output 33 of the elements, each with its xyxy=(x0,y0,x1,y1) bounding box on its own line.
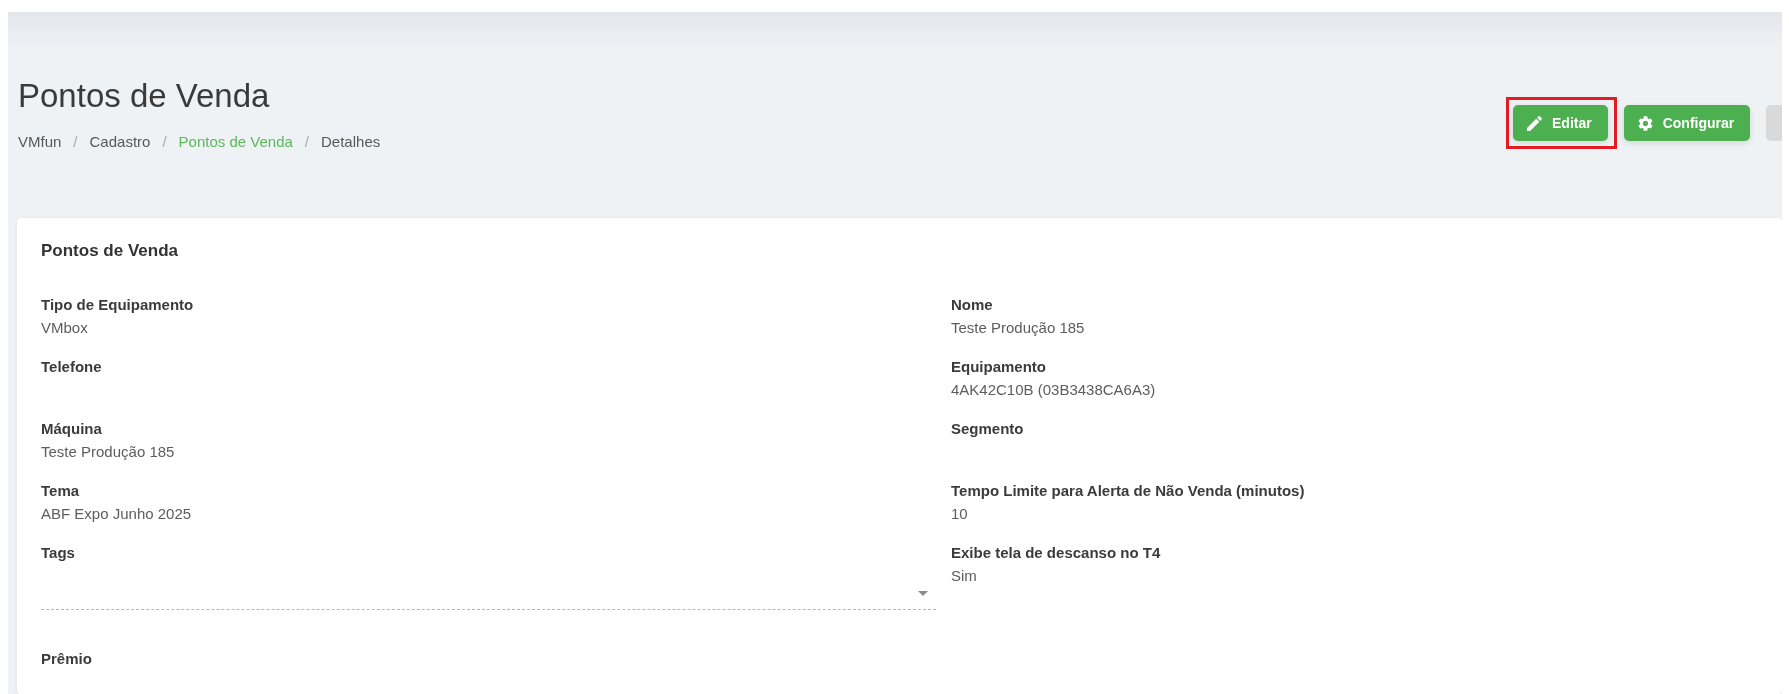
field-value: VMbox xyxy=(41,318,88,338)
field-label: Exibe tela de descanso no T4 xyxy=(951,543,1161,563)
field-value: ABF Expo Junho 2025 xyxy=(41,504,192,524)
breadcrumb-separator: / xyxy=(304,132,309,152)
field-value: Teste Produção 185 xyxy=(41,442,175,462)
breadcrumb-separator: / xyxy=(73,132,78,152)
breadcrumb-link[interactable]: VMfun xyxy=(18,132,62,152)
cut-off-button[interactable] xyxy=(1766,105,1782,141)
gear-icon xyxy=(1637,115,1653,131)
field-label: Tipo de Equipamento xyxy=(41,295,194,315)
edit-button[interactable]: Editar xyxy=(1513,105,1608,141)
breadcrumb-link[interactable]: Pontos de Venda xyxy=(178,132,293,152)
field-label: Tema xyxy=(41,481,80,501)
field-label: Equipamento xyxy=(951,357,1046,377)
field-label: Tags xyxy=(41,543,75,563)
configure-button[interactable]: Configurar xyxy=(1623,105,1751,141)
card-title: Pontos de Venda xyxy=(41,240,178,262)
breadcrumb-separator: / xyxy=(162,132,167,152)
field-value: Sim xyxy=(951,566,977,586)
field-label: Telefone xyxy=(41,357,102,377)
field-label: Segmento xyxy=(951,419,1024,439)
field-label: Tempo Limite para Alerta de Não Venda (minutos) xyxy=(951,481,1305,501)
field-value: 10 xyxy=(951,504,968,524)
field-label: Prêmio xyxy=(41,649,92,669)
field-label: Máquina xyxy=(41,419,102,439)
caret-icon xyxy=(918,591,928,596)
field-value: Teste Produção 185 xyxy=(951,318,1085,338)
field-value: 4AK42C10B (03B3438CA6A3) xyxy=(951,380,1156,400)
pencil-icon xyxy=(1527,115,1542,131)
page-title: Pontos de Venda xyxy=(18,76,270,116)
breadcrumb-link[interactable]: Cadastro xyxy=(89,132,151,152)
field-label: Nome xyxy=(951,295,993,315)
breadcrumb-item: Detalhes xyxy=(321,132,381,152)
